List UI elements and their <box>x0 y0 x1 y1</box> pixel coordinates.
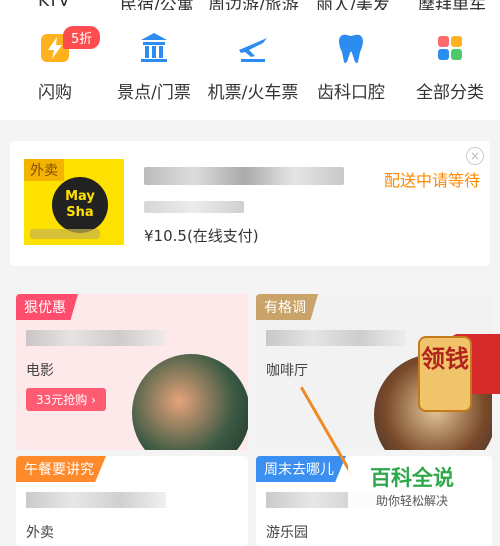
watermark-subtitle: 助你轻松解决 <box>375 494 448 508</box>
close-icon[interactable]: × <box>466 147 484 165</box>
watermark: 百科全说 助你轻松解决 <box>348 458 476 512</box>
category-row-top: KTV 民宿/公寓 周边游/旅游 丽人/美发 摩拜单车 <box>0 0 500 10</box>
promo-category: 咖啡厅 <box>266 363 308 379</box>
promo-tag: 午餐要讲究 <box>16 456 106 482</box>
movie-image <box>132 354 248 450</box>
order-eta <box>144 201 244 213</box>
category-flash-buy[interactable]: 5折 闪购 <box>5 26 105 103</box>
promo-card-lunch[interactable]: 午餐要讲究 外卖 <box>16 456 248 546</box>
promo-category: 电影 <box>26 363 54 379</box>
order-price: ¥10.5(在线支付) <box>144 227 259 245</box>
category-label: 全部分类 <box>416 83 484 103</box>
plane-icon <box>239 38 267 62</box>
delivery-tag: 外卖 <box>24 159 64 181</box>
blurred-shop-name <box>30 229 100 239</box>
temple-icon <box>141 33 167 62</box>
watermark-title: 百科全说 <box>370 466 454 490</box>
category-ktv[interactable]: KTV <box>38 0 70 10</box>
promo-category: 游乐园 <box>266 525 308 541</box>
category-label: 机票/火车票 <box>207 83 299 103</box>
discount-badge: 5折 <box>63 26 101 49</box>
order-status: 配送中请等待 <box>383 171 480 190</box>
category-label: 闪购 <box>38 83 72 103</box>
category-travel[interactable]: 周边游/旅游 <box>208 0 299 10</box>
category-icons-row: 5折 闪购 景点/门票 机票/火车票 齿科口腔 全部分类 <box>0 10 500 120</box>
blurred-title <box>26 492 166 508</box>
buy-button[interactable]: 33元抢购 › <box>26 388 106 411</box>
claim-money-button[interactable]: 领钱 <box>418 336 472 412</box>
category-label: 景点/门票 <box>117 83 191 103</box>
promo-card-deals[interactable]: 狠优惠 电影 33元抢购 › <box>16 294 248 450</box>
order-status-card[interactable]: 外卖 May Sha ¥10.5(在线支付) 配送中请等待 × <box>10 141 490 266</box>
blurred-title <box>266 330 406 346</box>
promo-tag: 周末去哪儿 <box>256 456 346 482</box>
category-bike[interactable]: 摩拜单车 <box>418 0 486 10</box>
blurred-title <box>26 330 166 346</box>
promo-category: 外卖 <box>26 525 54 541</box>
promo-tag: 有格调 <box>256 294 318 320</box>
restaurant-logo: May Sha <box>52 177 108 233</box>
category-homestay[interactable]: 民宿/公寓 <box>120 0 194 10</box>
tooth-icon <box>339 34 363 63</box>
blurred-order-title <box>144 167 344 185</box>
category-beauty[interactable]: 丽人/美发 <box>316 0 390 10</box>
category-tickets[interactable]: 机票/火车票 <box>203 30 303 103</box>
grid-icon <box>438 36 462 60</box>
promo-tag: 狠优惠 <box>16 294 78 320</box>
category-label: 齿科口腔 <box>317 83 385 103</box>
category-attractions[interactable]: 景点/门票 <box>104 30 204 103</box>
category-dental[interactable]: 齿科口腔 <box>301 30 401 103</box>
category-all[interactable]: 全部分类 <box>400 30 500 103</box>
restaurant-thumbnail: 外卖 May Sha <box>24 159 124 245</box>
